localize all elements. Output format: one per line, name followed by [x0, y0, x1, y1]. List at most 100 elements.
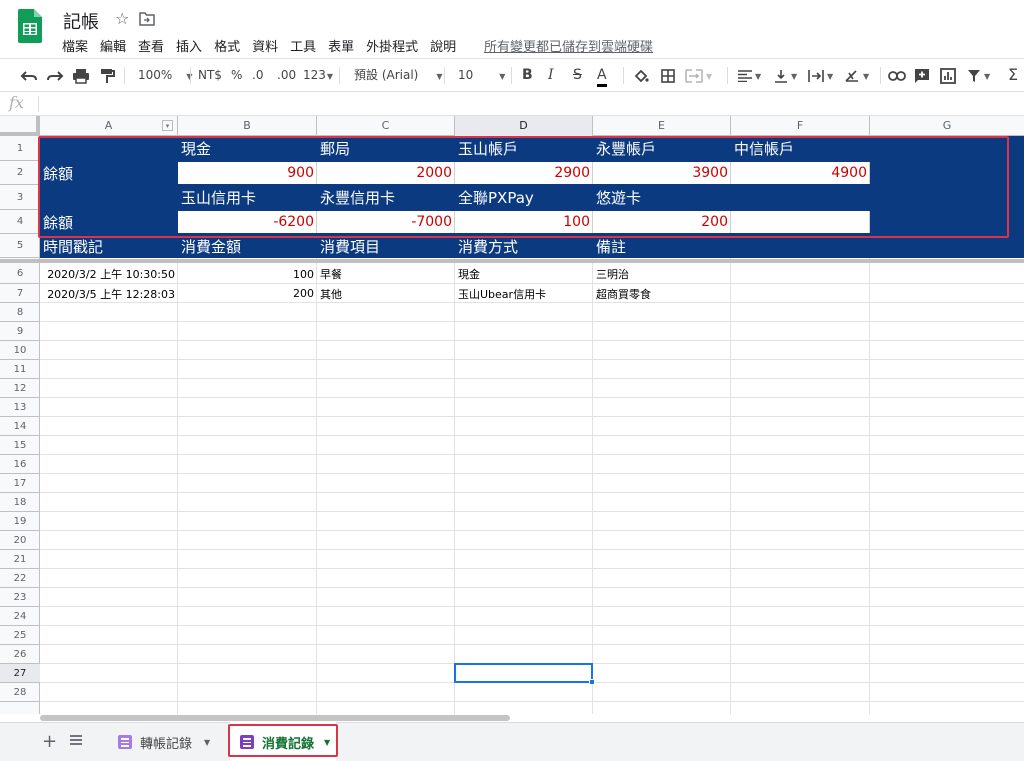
percent-format-button[interactable]: %: [231, 59, 242, 91]
row-header[interactable]: 21: [0, 550, 40, 569]
record-note-cell[interactable]: 超商買零食: [593, 284, 731, 303]
sheet-tab-transfer[interactable]: 轉帳記錄 ▼: [106, 723, 224, 761]
balance-cell[interactable]: [731, 211, 870, 233]
row-header[interactable]: 1: [0, 136, 40, 161]
column-title[interactable]: 消費方式: [455, 234, 593, 258]
account-header[interactable]: 中信帳戶: [731, 136, 870, 161]
account-header[interactable]: 永豐信用卡: [317, 185, 455, 210]
column-title[interactable]: 消費金額: [178, 234, 317, 258]
row-header[interactable]: 8: [0, 303, 40, 322]
document-title[interactable]: 記帳: [63, 8, 99, 34]
row-header[interactable]: 5: [0, 234, 40, 258]
currency-format-button[interactable]: NT$: [198, 59, 222, 91]
account-header[interactable]: 現金: [178, 136, 317, 161]
row-header[interactable]: 6: [0, 264, 40, 284]
fill-color-icon[interactable]: [633, 59, 649, 91]
account-header[interactable]: 玉山信用卡: [178, 185, 317, 210]
menu-edit[interactable]: 編輯: [100, 36, 132, 55]
text-color-button[interactable]: A: [597, 59, 607, 91]
row-header[interactable]: 25: [0, 626, 40, 645]
sheet-tab-expenses[interactable]: 消費記錄 ▼: [230, 723, 336, 761]
account-header[interactable]: 悠遊卡: [593, 185, 731, 210]
row-header[interactable]: 14: [0, 417, 40, 436]
row-header[interactable]: 23: [0, 588, 40, 607]
scrollbar-thumb[interactable]: [40, 715, 510, 721]
vertical-align-icon[interactable]: ▼: [774, 59, 797, 91]
row-header[interactable]: 16: [0, 455, 40, 474]
borders-icon[interactable]: [660, 59, 676, 91]
column-header-g[interactable]: G: [870, 116, 1024, 136]
strikethrough-button[interactable]: S: [573, 59, 582, 91]
record-amount-cell[interactable]: 100: [178, 264, 317, 284]
menu-file[interactable]: 檔案: [62, 36, 94, 55]
record-method-cell[interactable]: 現金: [455, 264, 593, 284]
all-sheets-menu-icon[interactable]: [70, 735, 82, 745]
account-header[interactable]: 全聯PXPay: [455, 185, 593, 210]
sheets-logo-icon[interactable]: [18, 9, 42, 43]
menu-data[interactable]: 資料: [252, 36, 284, 55]
column-header-a[interactable]: A: [40, 116, 178, 136]
account-header[interactable]: 玉山帳戶: [455, 136, 593, 161]
undo-icon[interactable]: [20, 59, 38, 91]
column-title[interactable]: 時間戳記: [40, 234, 178, 258]
column-header-d[interactable]: D: [455, 116, 593, 136]
menu-view[interactable]: 查看: [138, 36, 170, 55]
row-header[interactable]: 18: [0, 493, 40, 512]
save-status-link[interactable]: 所有變更都已儲存到雲端硬碟: [484, 36, 653, 55]
column-title[interactable]: 備註: [593, 234, 731, 258]
row-header[interactable]: 26: [0, 645, 40, 664]
column-header-e[interactable]: E: [593, 116, 731, 136]
more-formats-select[interactable]: 123▼: [303, 59, 333, 91]
record-item-cell[interactable]: 早餐: [317, 264, 455, 284]
row-header[interactable]: 10: [0, 341, 40, 360]
column-header-b[interactable]: B: [178, 116, 317, 136]
row-header[interactable]: 4: [0, 210, 40, 234]
paint-format-icon[interactable]: [99, 59, 115, 91]
horizontal-align-icon[interactable]: ▼: [738, 59, 761, 91]
record-method-cell[interactable]: 玉山Ubear信用卡: [455, 284, 593, 303]
tab-menu-caret-icon[interactable]: ▼: [324, 738, 330, 747]
cell-area[interactable]: 現金 郵局 玉山帳戶 永豐帳戶 中信帳戶 餘額 900 2000 2900 3900 4900 玉山信…: [40, 136, 1024, 714]
row-header[interactable]: 20: [0, 531, 40, 550]
row-header[interactable]: 3: [0, 185, 40, 210]
formula-input[interactable]: [44, 92, 1014, 116]
row-header[interactable]: 9: [0, 322, 40, 341]
print-icon[interactable]: [72, 59, 90, 91]
text-rotation-icon[interactable]: ▼: [844, 59, 869, 91]
filter-icon[interactable]: ▼: [967, 59, 990, 91]
row-header[interactable]: 19: [0, 512, 40, 531]
decrease-decimal-button[interactable]: .0: [252, 59, 263, 91]
column-header-c[interactable]: C: [317, 116, 455, 136]
record-timestamp-cell[interactable]: 2020/3/2 上午 10:30:50: [40, 264, 178, 284]
bold-button[interactable]: B: [522, 59, 533, 91]
record-amount-cell[interactable]: 200: [178, 284, 317, 303]
menu-form[interactable]: 表單: [328, 36, 360, 55]
star-icon[interactable]: ☆: [115, 9, 129, 28]
italic-button[interactable]: I: [548, 59, 554, 91]
select-all-corner[interactable]: [0, 116, 40, 136]
row-header[interactable]: 13: [0, 398, 40, 417]
tab-menu-caret-icon[interactable]: ▼: [204, 738, 210, 747]
column-filter-icon[interactable]: ▾: [162, 120, 173, 131]
row-header[interactable]: 17: [0, 474, 40, 493]
font-family-select[interactable]: 預設 (Arial) ▼: [354, 59, 443, 91]
account-header[interactable]: 郵局: [317, 136, 455, 161]
zoom-select[interactable]: 100%▼: [138, 59, 192, 91]
text-wrapping-icon[interactable]: ▼: [808, 59, 833, 91]
row-header[interactable]: 12: [0, 379, 40, 398]
row-header[interactable]: 22: [0, 569, 40, 588]
column-title[interactable]: 消費項目: [317, 234, 455, 258]
merge-cells-icon[interactable]: ▼: [685, 59, 712, 91]
insert-comment-icon[interactable]: [914, 59, 930, 91]
move-to-folder-icon[interactable]: [139, 12, 155, 26]
cell-selection[interactable]: [454, 663, 593, 683]
account-header[interactable]: 永豐帳戶: [593, 136, 731, 161]
horizontal-scrollbar[interactable]: [40, 714, 1024, 722]
row-header[interactable]: 11: [0, 360, 40, 379]
record-timestamp-cell[interactable]: 2020/3/5 上午 12:28:03: [40, 284, 178, 303]
redo-icon[interactable]: [46, 59, 64, 91]
row-header[interactable]: 27: [0, 664, 40, 683]
functions-icon[interactable]: Σ: [1008, 59, 1018, 91]
record-item-cell[interactable]: 其他: [317, 284, 455, 303]
balance-label[interactable]: 餘額: [40, 161, 178, 185]
